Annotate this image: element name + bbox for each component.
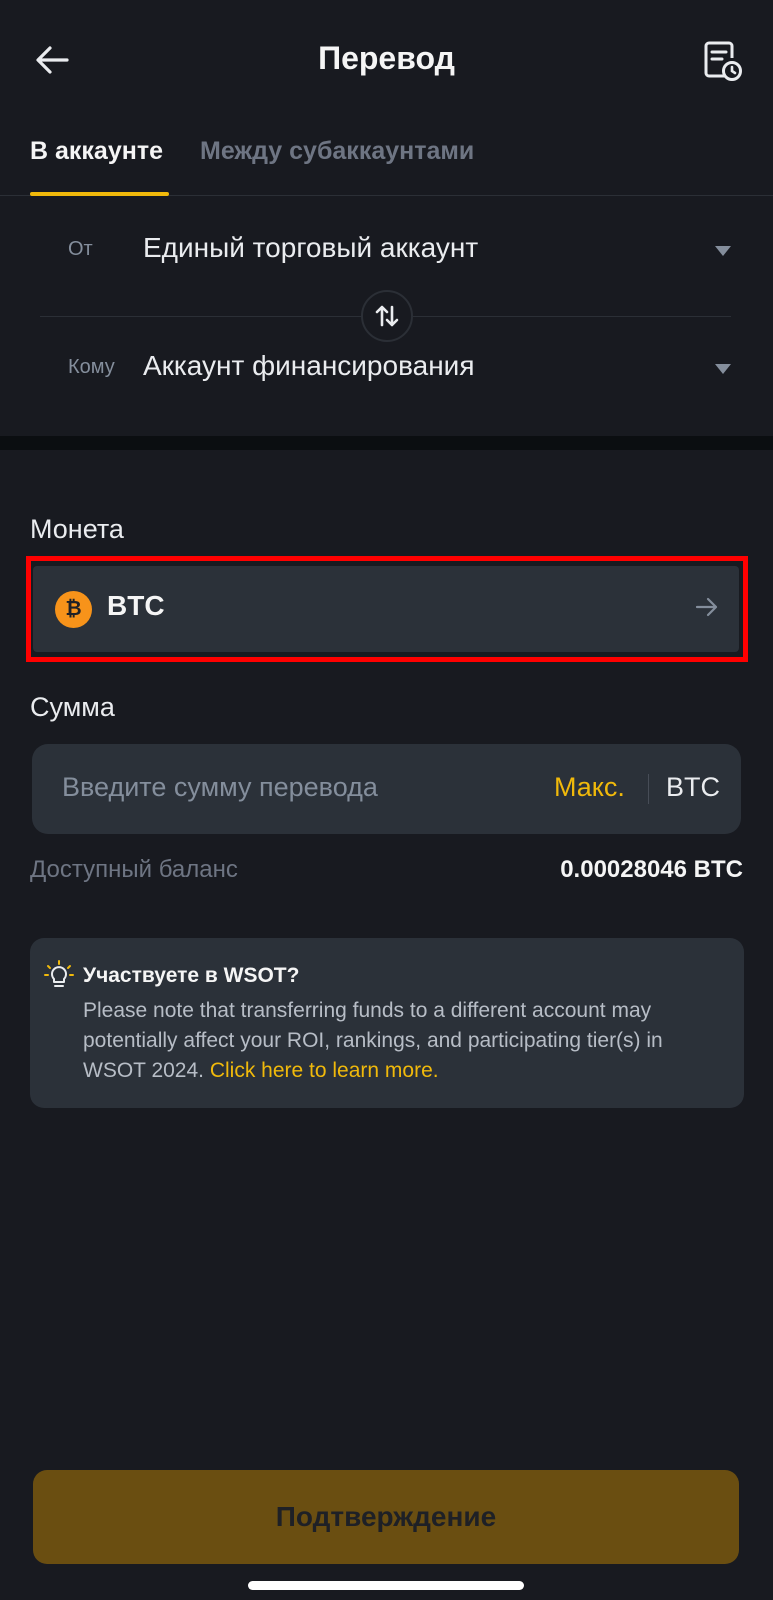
wsot-notice: Участвуете в WSOT? Please note that tran… (30, 938, 744, 1108)
amount-section-label: Сумма (30, 692, 115, 722)
tab-between-subaccounts[interactable]: Между субаккаунтами (200, 137, 474, 166)
from-label: От (68, 238, 93, 260)
to-account-value: Аккаунт финансирования (143, 350, 475, 381)
confirm-button[interactable]: Подтверждение (33, 1470, 739, 1564)
history-icon (704, 41, 742, 81)
learn-more-link[interactable]: Click here to learn more. (210, 1059, 439, 1082)
to-label: Кому (68, 356, 115, 378)
to-account-row[interactable]: Кому Аккаунт финансирования (0, 338, 773, 398)
notice-body: Please note that transferring funds to a… (83, 996, 723, 1086)
amount-field: Макс. BTC (32, 744, 741, 834)
bitcoin-icon: ₿ (55, 591, 92, 628)
amount-unit: BTC (666, 772, 720, 802)
coin-selector[interactable]: ₿ BTC (33, 566, 739, 652)
swap-icon (375, 305, 399, 327)
tab-in-account[interactable]: В аккаунте (30, 137, 163, 166)
caret-down-icon (715, 246, 731, 256)
top-bar: Перевод (0, 0, 773, 125)
lightbulb-icon (44, 960, 74, 987)
coin-symbol: BTC (107, 590, 165, 621)
coin-section-label: Монета (30, 514, 124, 544)
amount-input[interactable] (62, 772, 522, 803)
available-balance-label: Доступный баланс (30, 856, 238, 883)
arrow-right-icon (695, 597, 718, 617)
swap-accounts-button[interactable] (361, 290, 413, 342)
notice-title: Участвуете в WSOT? (83, 964, 300, 987)
unit-divider (648, 774, 649, 804)
from-account-value: Единый торговый аккаунт (143, 232, 479, 263)
from-account-row[interactable]: От Единый торговый аккаунт (0, 220, 773, 280)
section-separator (0, 436, 773, 450)
account-selector: От Единый торговый аккаунт Кому Аккаунт … (0, 196, 773, 436)
home-indicator (248, 1581, 524, 1590)
page-title: Перевод (318, 40, 455, 76)
caret-down-icon (715, 364, 731, 374)
history-button[interactable] (699, 38, 745, 84)
max-button[interactable]: Макс. (554, 772, 625, 803)
available-balance-value: 0.00028046 BTC (560, 856, 743, 883)
tab-bar: В аккаунте Между субаккаунтами (0, 125, 773, 196)
